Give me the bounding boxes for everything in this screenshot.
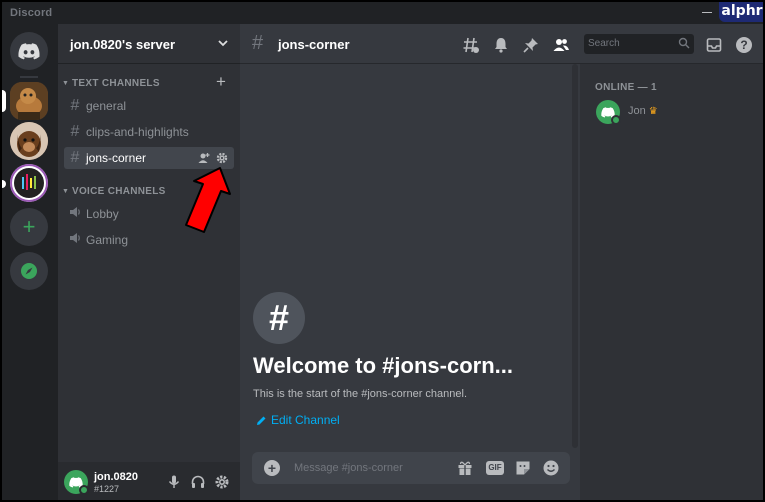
help-icon[interactable]: ? <box>735 36 753 54</box>
inbox-icon[interactable] <box>705 36 723 54</box>
channel-label: clips-and-highlights <box>86 125 189 139</box>
pencil-icon <box>257 416 266 425</box>
settings-icon[interactable] <box>214 474 230 490</box>
pin-icon[interactable] <box>522 36 540 54</box>
threads-icon[interactable] <box>462 36 480 54</box>
caret-down-icon: ▼ <box>62 187 70 195</box>
server-name: jon.0820's server <box>70 37 175 52</box>
watermark-logo: alphr <box>719 2 763 22</box>
channel-label: Lobby <box>86 207 119 221</box>
chat-area <box>240 24 580 500</box>
member-name: Jon <box>628 105 646 117</box>
unread-indicator <box>2 180 6 188</box>
channel-sidebar: jon.0820's server ▼ TEXT CHANNELS + # ge… <box>58 24 240 500</box>
channel-topbar: # jons-corner Search ? <box>240 24 763 64</box>
gear-icon[interactable] <box>216 152 228 164</box>
edit-channel-link[interactable]: Edit Channel <box>256 413 340 427</box>
mic-icon[interactable] <box>166 474 182 490</box>
category-voice-channels[interactable]: ▼ VOICE CHANNELS <box>62 184 166 198</box>
welcome-title: Welcome to #jons-corn... <box>253 353 513 378</box>
server-header[interactable]: jon.0820's server <box>58 24 240 64</box>
voice-channel-gaming[interactable]: Gaming <box>64 229 234 251</box>
emoji-icon[interactable] <box>542 459 560 477</box>
channel-clips-and-highlights[interactable]: # clips-and-highlights <box>64 121 234 143</box>
speaker-icon <box>64 231 86 249</box>
crown-icon: ♛ <box>648 105 658 117</box>
server-rail: + <box>2 24 58 500</box>
discord-home-icon[interactable] <box>10 32 48 70</box>
message-composer[interactable]: + Message #jons-corner GIF <box>252 452 570 484</box>
search-icon <box>678 37 690 49</box>
online-status-icon <box>611 115 621 125</box>
member-list: ONLINE — 1 Jon ♛ <box>580 64 763 500</box>
search-placeholder: Search <box>588 38 620 49</box>
sticker-icon[interactable] <box>514 459 532 477</box>
gif-icon[interactable]: GIF <box>486 461 504 475</box>
hash-icon: # <box>70 123 80 140</box>
channel-general[interactable]: # general <box>64 95 234 117</box>
user-panel: jon.0820 #1227 <box>58 462 240 500</box>
gift-icon[interactable] <box>456 459 474 477</box>
bell-icon[interactable] <box>492 36 510 54</box>
annotation-arrow-icon <box>185 167 231 233</box>
app-window: Discord + jon.0820's server ▼ TEXT CHANN… <box>0 0 765 502</box>
rail-separator <box>20 76 38 78</box>
hash-icon: # <box>70 149 80 166</box>
server-icon[interactable] <box>10 122 48 160</box>
members-header: ONLINE — 1 <box>595 82 657 93</box>
server-icon[interactable] <box>10 164 48 202</box>
category-text-channels[interactable]: ▼ TEXT CHANNELS <box>62 76 160 90</box>
channel-label: Gaming <box>86 233 129 247</box>
create-invite-icon[interactable] <box>198 152 210 164</box>
add-channel-icon[interactable]: + <box>216 73 226 90</box>
edit-channel-label: Edit Channel <box>271 413 340 427</box>
app-name: Discord <box>10 7 53 19</box>
title-bar: Discord <box>2 2 763 24</box>
message-input[interactable]: Message #jons-corner <box>294 462 403 474</box>
category-label: VOICE CHANNELS <box>72 185 166 197</box>
hash-icon: # <box>70 97 80 114</box>
headphones-icon[interactable] <box>190 474 206 490</box>
add-server-icon[interactable]: + <box>10 208 48 246</box>
svg-text:?: ? <box>740 38 747 52</box>
hash-icon: # <box>252 32 264 54</box>
members-icon[interactable] <box>552 36 570 54</box>
speaker-icon <box>64 205 86 223</box>
channel-label: general <box>86 99 127 113</box>
online-status-icon <box>79 485 89 495</box>
channel-label: jons-corner <box>86 151 147 165</box>
member-item[interactable]: Jon ♛ <box>628 105 658 117</box>
welcome-subtitle: This is the start of the #jons-corner ch… <box>253 388 467 400</box>
user-tag: #1227 <box>94 484 120 494</box>
caret-down-icon: ▼ <box>62 79 70 87</box>
minimize-button[interactable] <box>702 6 714 16</box>
channel-title: jons-corner <box>278 37 350 52</box>
voice-channel-lobby[interactable]: Lobby <box>64 203 234 225</box>
category-label: TEXT CHANNELS <box>72 77 160 89</box>
selected-server-indicator <box>2 90 6 112</box>
channel-hash-icon: # <box>253 292 305 344</box>
search-input[interactable]: Search <box>584 34 694 54</box>
server-icon[interactable] <box>10 82 48 120</box>
explore-icon[interactable] <box>10 252 48 290</box>
chat-scrollbar[interactable] <box>572 64 578 448</box>
user-name: jon.0820 <box>94 471 139 483</box>
chevron-down-icon[interactable] <box>216 36 230 50</box>
upload-plus-icon[interactable]: + <box>264 460 280 476</box>
